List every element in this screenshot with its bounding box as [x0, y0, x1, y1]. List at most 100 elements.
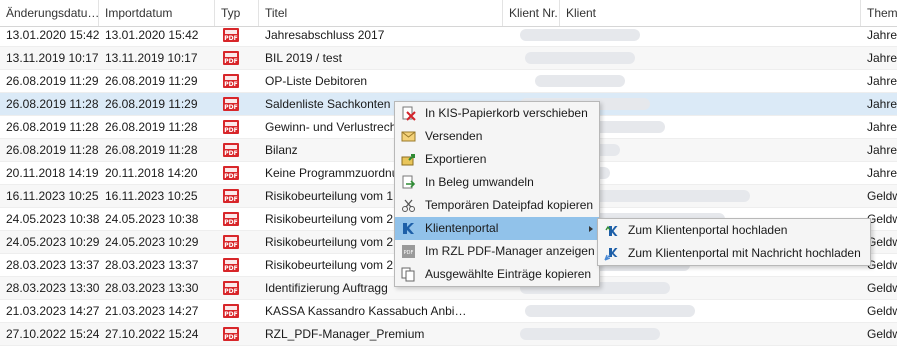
pdf-file-icon: PDF	[223, 28, 239, 42]
klientenportal-submenu: Zum Klientenportal hochladen Zum Klienten…	[597, 218, 871, 266]
menu-item-export[interactable]: Exportieren	[395, 148, 599, 171]
menu-item-pdf-manager[interactable]: PDF Im RZL PDF-Manager anzeigen	[395, 240, 599, 263]
client-portal-icon	[401, 221, 416, 236]
cell-importdatum: 28.03.2023 13:37	[105, 258, 199, 272]
cell-importdatum: 26.08.2019 11:29	[105, 97, 198, 111]
cell-importdatum: 24.05.2023 10:38	[105, 212, 199, 226]
cell-importdatum: 24.05.2023 10:29	[105, 235, 199, 249]
cell-typ: PDF	[215, 162, 259, 184]
pdf-type-label: PDF	[224, 311, 238, 318]
cell-thema: Jahres	[867, 51, 897, 65]
cell-typ: PDF	[215, 208, 259, 230]
cell-importdatum: 27.10.2022 15:24	[105, 327, 199, 341]
pdf-type-label: PDF	[224, 173, 238, 180]
copy-path-icon	[401, 198, 416, 213]
cell-thema: Geldw	[867, 281, 897, 295]
cell-typ: PDF	[215, 300, 259, 322]
redacted-client-info	[520, 328, 660, 340]
pdf-file-icon: PDF	[223, 258, 239, 272]
cell-aenderungsdatum: 24.05.2023 10:38	[6, 212, 99, 226]
grid-header: Änderungsdatu… Importdatum Typ Titel Kli…	[0, 0, 897, 27]
menu-item-label: Temporären Dateipfad kopieren	[425, 198, 594, 212]
col-header-aenderungsdatum[interactable]: Änderungsdatu…	[0, 0, 99, 26]
redacted-client-info	[520, 29, 640, 41]
table-row[interactable]: 13.01.2020 15:42 13.01.2020 15:42 PDF Jahre…	[0, 24, 897, 47]
cell-aenderungsdatum: 16.11.2023 10:25	[6, 189, 99, 203]
pdf-file-icon: PDF	[223, 212, 239, 226]
portal-upload-icon	[604, 223, 619, 238]
table-row[interactable]: 13.11.2019 10:17 13.11.2019 10:17 PDF BIL 2…	[0, 47, 897, 70]
cell-thema: Jahres	[867, 120, 897, 134]
col-header-thema[interactable]: Thema	[861, 0, 897, 26]
pdf-type-label: PDF	[224, 35, 238, 42]
cell-aenderungsdatum: 26.08.2019 11:29	[6, 74, 99, 88]
cell-typ: PDF	[215, 70, 259, 92]
cell-aenderungsdatum: 24.05.2023 10:29	[6, 235, 99, 249]
cell-aenderungsdatum: 13.11.2019 10:17	[6, 51, 99, 65]
pdf-file-icon: PDF	[223, 74, 239, 88]
col-header-klient[interactable]: Klient	[560, 0, 861, 26]
cell-thema: Geldw	[867, 327, 897, 341]
redacted-client-info	[525, 305, 695, 317]
cell-typ: PDF	[215, 24, 259, 46]
cell-thema: Geldw	[867, 189, 897, 203]
col-header-titel[interactable]: Titel	[259, 0, 503, 26]
menu-item-copy-entries[interactable]: Ausgewählte Einträge kopieren	[395, 263, 599, 286]
pdf-type-label: PDF	[224, 58, 238, 65]
cell-typ: PDF	[215, 93, 259, 115]
pdf-type-label: PDF	[224, 150, 238, 157]
pdf-type-label: PDF	[224, 288, 238, 295]
menu-item-send-mail[interactable]: Versenden	[395, 125, 599, 148]
menu-item-label: Klientenportal	[425, 221, 499, 235]
pdf-file-icon: PDF	[223, 281, 239, 295]
cell-typ: PDF	[215, 277, 259, 299]
cell-typ: PDF	[215, 231, 259, 253]
cell-aenderungsdatum: 27.10.2022 15:24	[6, 327, 99, 341]
pdf-file-icon: PDF	[223, 120, 239, 134]
col-header-typ[interactable]: Typ	[215, 0, 259, 26]
pdf-type-label: PDF	[224, 104, 238, 111]
cell-aenderungsdatum: 26.08.2019 11:28	[6, 120, 99, 134]
menu-item-convert-document[interactable]: In Beleg umwandeln	[395, 171, 599, 194]
table-row[interactable]: 26.08.2019 11:29 26.08.2019 11:29 PDF OP-Li…	[0, 70, 897, 93]
pdf-file-icon: PDF	[223, 166, 239, 180]
cell-typ: PDF	[215, 323, 259, 345]
cell-importdatum: 26.08.2019 11:28	[105, 143, 198, 157]
pdf-manager-icon: PDF	[401, 244, 416, 259]
cell-typ: PDF	[215, 47, 259, 69]
col-header-klient-nr[interactable]: Klient Nr.	[503, 0, 560, 26]
cell-importdatum: 13.01.2020 15:42	[105, 28, 199, 42]
cell-typ: PDF	[215, 139, 259, 161]
submenu-item-portal-upload-message[interactable]: Zum Klientenportal mit Nachricht hochlad…	[598, 242, 870, 265]
submenu-item-portal-upload[interactable]: Zum Klientenportal hochladen	[598, 219, 870, 242]
cell-aenderungsdatum: 26.08.2019 11:28	[6, 143, 99, 157]
cell-titel: OP-Liste Debitoren	[265, 74, 368, 88]
recycle-delete-icon	[401, 106, 416, 121]
menu-item-recycle-delete[interactable]: In KIS-Papierkorb verschieben	[395, 102, 599, 125]
cell-aenderungsdatum: 26.08.2019 11:28	[6, 97, 99, 111]
pdf-type-label: PDF	[224, 265, 238, 272]
cell-thema: Jahres	[867, 97, 897, 111]
cell-aenderungsdatum: 21.03.2023 14:27	[6, 304, 99, 318]
cell-importdatum: 26.08.2019 11:29	[105, 74, 198, 88]
copy-entries-icon	[401, 267, 416, 282]
submenu-arrow-icon	[589, 226, 593, 232]
cell-titel: RZL_PDF-Manager_Premium	[265, 327, 425, 341]
pdf-file-icon: PDF	[223, 235, 239, 249]
cell-importdatum: 13.11.2019 10:17	[105, 51, 198, 65]
pdf-file-icon: PDF	[223, 143, 239, 157]
menu-item-copy-path[interactable]: Temporären Dateipfad kopieren	[395, 194, 599, 217]
pdf-file-icon: PDF	[223, 327, 239, 341]
cell-titel: BIL 2019 / test	[265, 51, 342, 65]
submenu-item-label: Zum Klientenportal hochladen	[628, 223, 788, 237]
menu-item-client-portal[interactable]: Klientenportal	[395, 217, 599, 240]
submenu-item-label: Zum Klientenportal mit Nachricht hochlad…	[628, 246, 861, 260]
col-header-importdatum[interactable]: Importdatum	[99, 0, 215, 26]
pdf-type-label: PDF	[224, 242, 238, 249]
cell-typ: PDF	[215, 185, 259, 207]
cell-importdatum: 20.11.2018 14:20	[105, 166, 198, 180]
cell-importdatum: 16.11.2023 10:25	[105, 189, 198, 203]
cell-thema: Jahres	[867, 74, 897, 88]
table-row[interactable]: 21.03.2023 14:27 21.03.2023 14:27 PDF KASSA…	[0, 300, 897, 323]
cell-importdatum: 26.08.2019 11:28	[105, 120, 198, 134]
